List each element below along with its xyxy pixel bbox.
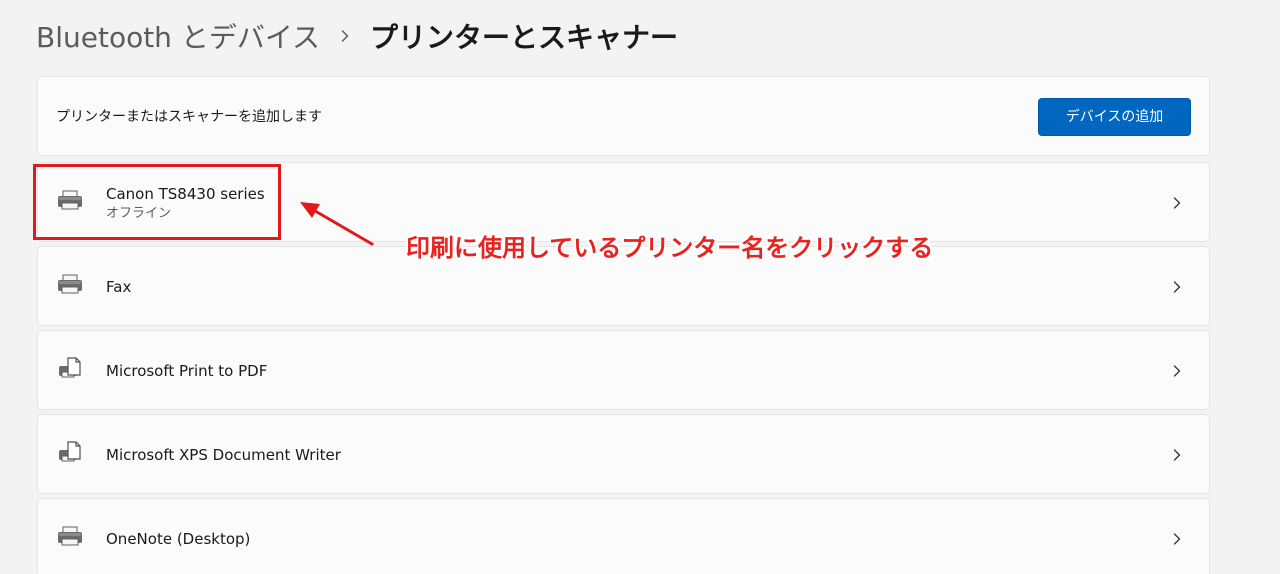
- breadcrumb: Bluetooth とデバイス プリンターとスキャナー: [36, 14, 678, 58]
- device-status: オフライン: [106, 205, 172, 221]
- device-text: Microsoft XPS Document Writer: [106, 415, 341, 495]
- add-device-label: プリンターまたはスキャナーを追加します: [56, 109, 322, 125]
- chevron-right-icon: [1167, 277, 1187, 297]
- chevron-right-icon: [1167, 193, 1187, 213]
- printer-icon: [56, 523, 84, 551]
- printer-document-icon: [56, 355, 84, 383]
- chevron-right-icon: [1167, 445, 1187, 465]
- device-text: Microsoft Print to PDF: [106, 331, 267, 411]
- device-item-canon-ts8430[interactable]: Canon TS8430 series オフライン: [37, 162, 1210, 242]
- chevron-right-icon: [1167, 361, 1187, 381]
- settings-page: Bluetooth とデバイス プリンターとスキャナー プリンターまたはスキャナ…: [0, 0, 1280, 574]
- printer-icon: [56, 271, 84, 299]
- page-title: プリンターとスキャナー: [370, 21, 679, 54]
- device-name: Fax: [106, 278, 132, 296]
- breadcrumb-parent[interactable]: Bluetooth とデバイス: [36, 16, 320, 56]
- device-item-onenote-desktop[interactable]: OneNote (Desktop): [37, 498, 1210, 574]
- chevron-right-icon: [1167, 529, 1187, 549]
- device-name: Microsoft Print to PDF: [106, 362, 268, 380]
- printer-document-icon: [56, 439, 84, 467]
- device-text: OneNote (Desktop): [106, 499, 250, 574]
- device-item-microsoft-xps-document-writer[interactable]: Microsoft XPS Document Writer: [37, 414, 1210, 494]
- device-item-microsoft-print-to-pdf[interactable]: Microsoft Print to PDF: [37, 330, 1210, 410]
- device-item-fax[interactable]: Fax: [37, 246, 1210, 326]
- device-name: Canon TS8430 series: [106, 184, 265, 203]
- device-text: Canon TS8430 series オフライン: [106, 163, 265, 243]
- add-device-card: プリンターまたはスキャナーを追加します デバイスの追加: [37, 76, 1210, 156]
- add-device-button[interactable]: デバイスの追加: [1038, 98, 1191, 136]
- device-text: Fax: [106, 247, 131, 327]
- device-name: Microsoft XPS Document Writer: [106, 446, 341, 464]
- chevron-right-icon: [320, 14, 370, 58]
- device-name: OneNote (Desktop): [106, 530, 251, 548]
- printer-icon: [56, 187, 84, 215]
